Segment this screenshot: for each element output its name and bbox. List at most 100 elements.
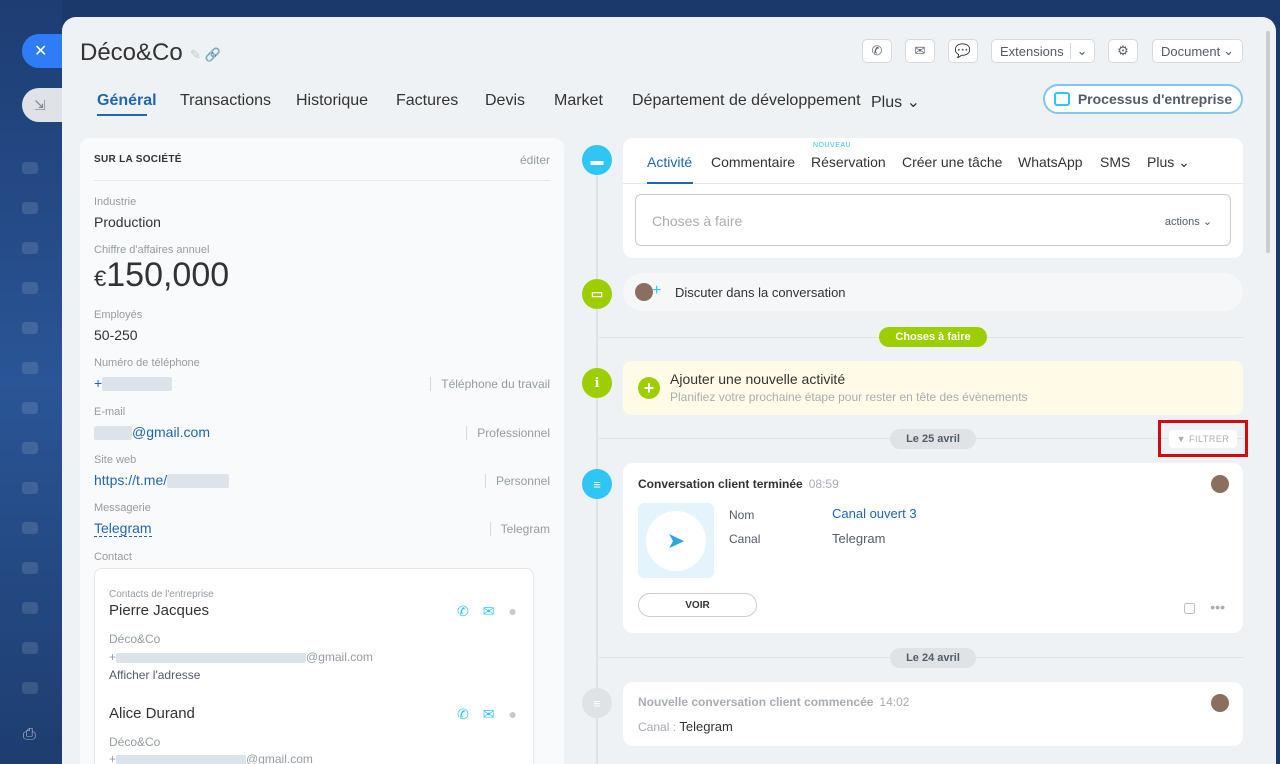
actions-dropdown[interactable]: actions ⌄ <box>1165 215 1212 228</box>
messenger-value[interactable]: Telegram <box>94 520 152 537</box>
extensions-dropdown[interactable]: Extensions ⌄ <box>991 39 1095 63</box>
rail-item[interactable] <box>22 522 38 534</box>
rail-item[interactable] <box>22 482 38 494</box>
timeline-item: Conversation client terminée 08:59 ➤ Nom … <box>623 463 1243 633</box>
messenger-label: Messagerie <box>94 502 151 514</box>
item-title: Conversation client terminée 08:59 <box>638 477 839 491</box>
tab-general[interactable]: Général <box>97 92 157 110</box>
contact-company: Déco&Co <box>109 735 161 749</box>
tab-activite[interactable]: Activité <box>647 154 692 170</box>
conversation-link-row[interactable]: + Discuter dans la conversation <box>623 273 1243 311</box>
title-actions: ✎🔗 <box>190 47 225 63</box>
show-address-link[interactable]: Afficher l'adresse <box>109 668 200 682</box>
date-badge: Le 24 avril <box>890 648 976 668</box>
rail-item[interactable] <box>22 562 38 574</box>
employees-label: Employés <box>94 309 143 321</box>
note-icon[interactable]: ▢ <box>1183 599 1196 616</box>
contact-phone-email: + @gmail.com <box>109 752 313 764</box>
edit-link[interactable]: éditer <box>520 153 550 167</box>
currency-symbol: € <box>94 266 107 291</box>
redacted-phone <box>102 377 173 392</box>
redacted-contact <box>116 652 307 663</box>
voir-button[interactable]: VOIR <box>638 593 757 617</box>
more-icon[interactable]: ••• <box>1210 599 1225 616</box>
timeline-item: Nouvelle conversation client commencée 14… <box>623 682 1243 746</box>
tab-commentaire[interactable]: Commentaire <box>711 154 795 170</box>
section-heading: SUR LA SOCIÉTÉ <box>94 154 182 165</box>
pencil-icon[interactable]: ✎ <box>190 47 205 62</box>
tab-whatsapp[interactable]: WhatsApp <box>1018 154 1083 170</box>
rail-item[interactable] <box>22 162 38 174</box>
rail-item[interactable] <box>22 602 38 614</box>
divider <box>94 180 550 181</box>
rail-item[interactable] <box>22 242 38 254</box>
tab-departement[interactable]: Département de développement <box>632 92 861 110</box>
rail-item[interactable] <box>22 282 38 294</box>
tab-devis[interactable]: Devis <box>485 92 525 110</box>
tab-historique[interactable]: Historique <box>296 92 368 110</box>
add-activity-title[interactable]: Ajouter une nouvelle activité <box>670 371 845 387</box>
email-value[interactable]: @gmail.com <box>94 424 210 441</box>
contact-phone-prefix: + <box>109 752 117 764</box>
close-icon[interactable]: ✕ <box>22 34 62 68</box>
chat-button[interactable]: 💬 <box>948 39 978 63</box>
phone-type: Téléphone du travail <box>430 377 550 391</box>
extensions-label: Extensions <box>1000 43 1064 59</box>
rail-item[interactable] <box>22 322 38 334</box>
active-tab-indicator <box>647 182 693 184</box>
tab-transactions[interactable]: Transactions <box>180 92 271 110</box>
filter-button[interactable]: ▼ FILTRER <box>1168 429 1238 448</box>
tab-creer-tache[interactable]: Créer une tâche <box>902 154 1002 170</box>
phone-button[interactable]: ✆ <box>862 39 892 63</box>
employees-value: 50-250 <box>94 327 138 343</box>
canal-value: Telegram <box>832 531 886 546</box>
chat-icon[interactable]: ● <box>509 706 517 723</box>
link-icon[interactable]: 🔗 <box>205 47 225 62</box>
chevron-down-icon: ⌄ <box>1223 43 1234 58</box>
mail-button[interactable]: ✉ <box>905 39 935 63</box>
plus-icon[interactable]: + <box>638 377 660 399</box>
document-dropdown[interactable]: Document ⌄ <box>1152 39 1243 63</box>
info-icon: i <box>582 368 612 398</box>
tab-market[interactable]: Market <box>554 92 603 110</box>
add-activity-card[interactable]: + Ajouter une nouvelle activité Planifie… <box>623 361 1243 415</box>
rail-item[interactable] <box>22 362 38 374</box>
rail-item[interactable] <box>22 442 38 454</box>
industry-label: Industrie <box>94 196 137 208</box>
telegram-logo: ➤ <box>638 503 714 578</box>
mail-icon[interactable]: ✉ <box>483 603 495 620</box>
plus-icon: + <box>652 282 662 299</box>
todo-input[interactable]: Choses à faire actions ⌄ <box>635 194 1231 246</box>
import-icon[interactable]: ⇲ <box>22 88 62 122</box>
mail-icon[interactable]: ✉ <box>483 706 495 723</box>
tab-plus-activity[interactable]: Plus ⌄ <box>1147 154 1190 171</box>
phone-icon[interactable]: ✆ <box>457 706 469 723</box>
tab-reservation[interactable]: Réservation <box>811 154 886 170</box>
scrollbar[interactable] <box>1266 31 1270 253</box>
printer-icon[interactable]: ⎙ <box>23 726 36 744</box>
website-value[interactable]: https://t.me/ <box>94 472 230 489</box>
divider <box>623 183 1243 184</box>
contact-name[interactable]: Pierre Jacques <box>109 602 209 619</box>
tab-plus[interactable]: Plus ⌄ <box>871 92 920 112</box>
name-value[interactable]: Canal ouvert 3 <box>832 506 917 521</box>
phone-icon[interactable]: ✆ <box>457 603 469 620</box>
rail-item[interactable] <box>22 642 38 654</box>
chat-icon[interactable]: ● <box>509 603 517 620</box>
rail-item[interactable] <box>22 682 38 694</box>
rail-item[interactable] <box>22 202 38 214</box>
todo-pill: Choses à faire <box>879 327 987 347</box>
tab-sms[interactable]: SMS <box>1100 154 1130 170</box>
funnel-icon: ▼ <box>1176 433 1187 444</box>
canal-key: Canal <box>729 532 761 546</box>
conversation-link[interactable]: Discuter dans la conversation <box>675 285 846 300</box>
contact-name[interactable]: Alice Durand <box>109 705 195 722</box>
mail-icon: ✉ <box>914 43 926 58</box>
phone-value[interactable]: + <box>94 375 173 392</box>
business-process-button[interactable]: Processus d'entreprise <box>1043 84 1243 114</box>
settings-button[interactable]: ⚙ <box>1108 39 1138 63</box>
rail-item[interactable] <box>22 402 38 414</box>
revenue-label: Chiffre d'affaires annuel <box>94 244 210 256</box>
chevron-down-icon: ⌄ <box>1076 43 1088 58</box>
tab-factures[interactable]: Factures <box>396 92 458 110</box>
